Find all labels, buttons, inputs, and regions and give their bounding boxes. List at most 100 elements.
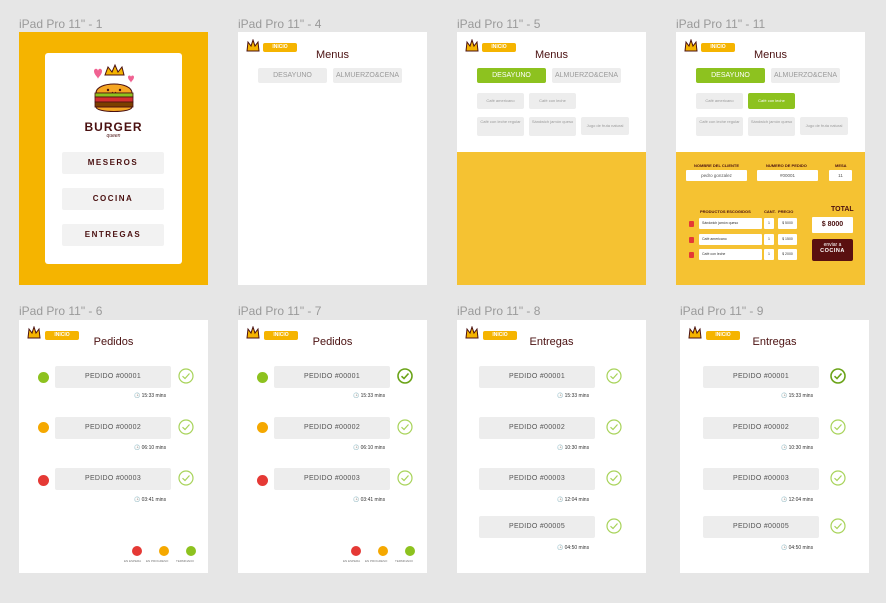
table-label: MESA	[835, 163, 847, 168]
product-cell: Café con leche	[699, 249, 762, 260]
order-number-field: #00001	[757, 170, 818, 181]
menu-item[interactable]: Café americano	[696, 93, 743, 109]
status-dot	[257, 422, 268, 433]
page-title: Menus	[753, 49, 788, 61]
qty-cell[interactable]: 1	[764, 218, 774, 229]
order-item[interactable]: PEDIDO #00003	[479, 468, 595, 490]
order-item[interactable]: PEDIDO #00001	[274, 366, 390, 388]
price-cell: $ 2000	[778, 249, 797, 260]
order-item[interactable]: PEDIDO #00001	[55, 366, 171, 388]
send-to-kitchen-button[interactable]: enviar a COCINA	[812, 239, 853, 261]
page-title: Pedidos	[312, 336, 353, 348]
legend-done: TERMINADO	[176, 559, 194, 563]
legend-waiting-dot	[132, 546, 142, 556]
table-input[interactable]: 11	[829, 170, 852, 181]
order-item[interactable]: PEDIDO #00001	[703, 366, 819, 388]
check-circle-icon[interactable]	[178, 470, 194, 486]
check-circle-icon[interactable]	[397, 419, 413, 435]
check-circle-icon[interactable]	[830, 470, 846, 486]
menu-item[interactable]: Sándwich jamón queso	[529, 117, 576, 136]
legend-done-dot	[186, 546, 196, 556]
client-label: NOMBRE DEL CLIENTE	[694, 163, 740, 168]
brand-subtitle: queen	[106, 133, 121, 139]
artboard-entregas-done: INICIO Entregas PEDIDO #00001 🕒 15:33 mi…	[680, 320, 869, 573]
qty-cell[interactable]: 1	[764, 249, 774, 260]
check-circle-icon[interactable]	[606, 419, 622, 435]
order-item[interactable]: PEDIDO #00003	[274, 468, 390, 490]
status-dot	[38, 422, 49, 433]
status-dot	[257, 372, 268, 383]
check-circle-icon[interactable]	[830, 518, 846, 534]
tab-almuerzo-cena[interactable]: ALMUERZO&CENA	[552, 68, 621, 83]
order-time: 🕒 06:10 mins	[353, 445, 386, 451]
order-item[interactable]: PEDIDO #00002	[703, 417, 819, 439]
status-dot	[38, 475, 49, 486]
check-circle-icon[interactable]	[830, 368, 846, 384]
tab-desayuno[interactable]: DESAYUNO	[696, 68, 765, 83]
order-time: 🕒 10:30 mins	[781, 445, 814, 451]
artboard-pedidos-done: INICIO Pedidos PEDIDO #00001 🕒 15:33 min…	[238, 320, 427, 573]
check-circle-icon[interactable]	[606, 518, 622, 534]
artboard-label: iPad Pro 11" - 1	[19, 17, 103, 31]
check-circle-icon[interactable]	[830, 419, 846, 435]
order-item[interactable]: PEDIDO #00003	[703, 468, 819, 490]
entregas-button[interactable]: ENTREGAS	[62, 224, 164, 246]
order-item[interactable]: PEDIDO #00002	[479, 417, 595, 439]
order-panel	[457, 152, 646, 285]
artboard-label: iPad Pro 11" - 5	[457, 17, 541, 31]
tab-desayuno[interactable]: DESAYUNO	[477, 68, 546, 83]
page-title: Entregas	[752, 336, 797, 348]
burger-logo-icon	[94, 63, 134, 112]
order-time: 🕒 04:50 mins	[557, 545, 590, 551]
order-time: 🕒 04:50 mins	[781, 545, 814, 551]
tab-desayuno[interactable]: DESAYUNO	[258, 68, 327, 83]
artboard-label: iPad Pro 11" - 11	[676, 17, 766, 31]
menu-item[interactable]: Jugo de fruta natural	[800, 117, 848, 135]
total-value: $ 8000	[812, 217, 853, 233]
artboard-menus-empty: INICIO Menus DESAYUNO ALMUERZO&CENA	[238, 32, 427, 285]
menu-item[interactable]: Café con leche regular	[477, 117, 524, 136]
artboard-menus-desayuno: INICIO Menus DESAYUNO ALMUERZO&CENA Café…	[457, 32, 646, 285]
menu-item-selected[interactable]: Café con leche	[748, 93, 795, 109]
product-cell: Café americano	[699, 234, 762, 245]
delete-icon[interactable]	[689, 237, 694, 243]
order-item[interactable]: PEDIDO #00001	[479, 366, 595, 388]
legend-done: TERMINADO	[395, 559, 413, 563]
client-input[interactable]: pedro gonzalez	[686, 170, 747, 181]
menu-item[interactable]: Jugo de fruta natural	[581, 117, 629, 135]
delete-icon[interactable]	[689, 252, 694, 258]
menu-item[interactable]: Café con leche	[529, 93, 576, 109]
artboard-label: iPad Pro 11" - 7	[238, 304, 322, 318]
menu-item[interactable]: Café americano	[477, 93, 524, 109]
check-circle-icon[interactable]	[606, 470, 622, 486]
legend-waiting-dot	[351, 546, 361, 556]
qty-cell[interactable]: 1	[764, 234, 774, 245]
artboard-pedidos: INICIO Pedidos PEDIDO #00001 🕒 15:33 min…	[19, 320, 208, 573]
send-button-line1: enviar a	[823, 242, 842, 248]
cocina-button[interactable]: COCINA	[62, 188, 164, 210]
order-item[interactable]: PEDIDO #00002	[55, 417, 171, 439]
order-item[interactable]: PEDIDO #00002	[274, 417, 390, 439]
delete-icon[interactable]	[689, 221, 694, 227]
tab-almuerzo-cena[interactable]: ALMUERZO&CENA	[771, 68, 840, 83]
check-circle-icon[interactable]	[178, 368, 194, 384]
legend-progress: EN PROGRESO	[365, 559, 388, 563]
check-circle-icon[interactable]	[397, 470, 413, 486]
order-time: 🕒 03:41 mins	[134, 497, 167, 503]
legend-progress: EN PROGRESO	[146, 559, 169, 563]
check-circle-icon[interactable]	[178, 419, 194, 435]
check-circle-icon[interactable]	[606, 368, 622, 384]
order-item[interactable]: PEDIDO #00003	[55, 468, 171, 490]
tab-almuerzo-cena[interactable]: ALMUERZO&CENA	[333, 68, 402, 83]
order-item[interactable]: PEDIDO #00005	[479, 516, 595, 538]
menu-item[interactable]: Café con leche regular	[696, 117, 743, 136]
menu-item[interactable]: Sándwich jamón queso	[748, 117, 795, 136]
check-circle-icon[interactable]	[397, 368, 413, 384]
artboard-label: iPad Pro 11" - 4	[238, 17, 322, 31]
page-title: Entregas	[529, 336, 574, 348]
page-title: Pedidos	[93, 336, 134, 348]
order-item[interactable]: PEDIDO #00005	[703, 516, 819, 538]
meseros-button[interactable]: MESEROS	[62, 152, 164, 174]
send-button-line2: COCINA	[820, 248, 845, 254]
page-title: Menus	[315, 49, 350, 61]
